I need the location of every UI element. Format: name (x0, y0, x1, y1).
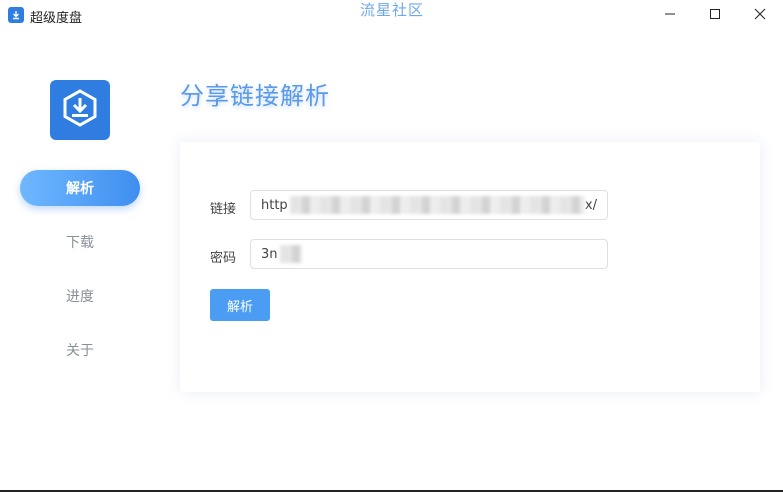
maximize-button[interactable] (695, 0, 735, 28)
password-label: 密码 (210, 251, 237, 266)
redacted-link (289, 196, 585, 214)
sidebar-item-about[interactable]: 关于 (20, 332, 140, 368)
app-icon (8, 7, 24, 23)
maximize-icon (709, 5, 721, 24)
link-input[interactable]: http x/ (250, 190, 608, 220)
sidebar-item-label: 解析 (66, 181, 94, 197)
page-title: 分享链接解析 (180, 82, 330, 110)
download-shield-icon (60, 88, 100, 132)
link-label: 链接 (210, 202, 237, 217)
link-value-end: x/ (584, 197, 597, 213)
title-bar: 超级度盘 流星社区 (0, 0, 783, 30)
sidebar-item-parse[interactable]: 解析 (20, 170, 140, 206)
link-value-start: http (261, 197, 288, 213)
sidebar-item-label: 进度 (66, 289, 94, 305)
app-title: 超级度盘 (30, 11, 83, 26)
password-input[interactable]: 3n (250, 239, 608, 269)
redacted-password (279, 245, 302, 263)
sidebar-item-download[interactable]: 下载 (20, 224, 140, 260)
close-icon (754, 5, 766, 24)
parse-button[interactable]: 解析 (210, 289, 270, 321)
parse-form-card: 链接 http x/ 密码 3n 解析 (180, 142, 760, 392)
close-button[interactable] (740, 0, 780, 28)
app-logo (50, 80, 110, 140)
sidebar-item-progress[interactable]: 进度 (20, 278, 140, 314)
minimize-icon (664, 5, 676, 24)
watermark-text: 流星社区 (360, 1, 425, 19)
minimize-button[interactable] (650, 0, 690, 28)
sidebar-item-label: 关于 (66, 343, 94, 359)
password-value: 3n (261, 246, 278, 262)
sidebar-item-label: 下载 (66, 235, 94, 251)
